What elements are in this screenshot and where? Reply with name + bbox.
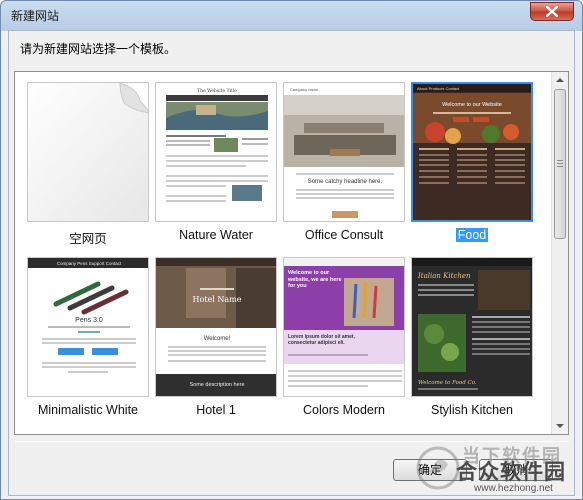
arrow-up-icon [556,78,564,82]
ok-button[interactable]: 确定 [393,459,467,481]
close-icon [546,6,558,17]
template-thumbnail: The Website Title [155,82,277,222]
food-preview: About Products Contact Welcome to our We… [413,84,531,220]
template-thumbnail: Company Pens Support Contact Pens 3.0 [27,257,149,397]
instruction-text: 请为新建网站选择一个模板。 [20,42,177,56]
template-thumbnail: Italian Kitchen Welcome to Food Co. [411,257,533,397]
template-thumbnail: Welcome to our website, we are here for … [283,257,405,397]
hotel-preview: Hotel Name Welcome! Some description her… [156,258,276,396]
template-label: Office Consult [304,228,384,242]
svg-text:Welcome!: Welcome! [204,336,231,342]
svg-text:About Products Contact: About Products Contact [417,86,460,91]
template-label: Minimalistic White [37,403,138,417]
template-thumbnail: About Products Contact Welcome to our We… [411,82,533,222]
svg-text:The Website Title: The Website Title [197,88,237,94]
template-label: Nature Water [179,228,253,242]
template-thumbnail: Company name Some catchy headline here. [283,82,405,222]
colors-modern-preview: Welcome to our website, we are here for … [284,258,404,396]
office-consult-preview: Company name Some catchy headline here. [284,83,404,221]
nature-water-preview: The Website Title [156,83,276,221]
template-label: Colors Modern [303,403,385,417]
grip-icon [557,160,563,168]
vertical-scrollbar[interactable] [551,72,568,434]
arrow-down-icon [556,424,564,428]
minimalistic-white-preview: Company Pens Support Contact Pens 3.0 [28,258,148,396]
title-bar[interactable]: 新建网站 [1,1,582,29]
svg-text:Welcome to Food Co.: Welcome to Food Co. [418,380,477,386]
dialog-window: 新建网站 请为新建网站选择一个模板。 空网页 The Website Title… [0,0,583,500]
svg-text:Company name: Company name [290,87,319,92]
scroll-down-button[interactable] [552,418,568,434]
svg-text:Some description here: Some description here [189,382,244,388]
cancel-button[interactable]: 取消 [479,459,553,481]
template-label: Hotel 1 [196,403,236,417]
svg-text:Welcome to our Website: Welcome to our Website [442,102,502,108]
svg-text:Italian Kitchen: Italian Kitchen [417,272,471,280]
stylish-kitchen-preview: Italian Kitchen Welcome to Food Co. [412,258,532,396]
blank-page-icon [28,83,148,221]
scroll-up-button[interactable] [552,72,568,88]
template-label: Stylish Kitchen [431,403,513,417]
template-label: Food [455,228,489,242]
svg-text:Pens 3.0: Pens 3.0 [75,317,103,324]
svg-text:Hotel Name: Hotel Name [193,295,242,304]
divider [14,441,569,442]
template-thumbnail: Hotel Name Welcome! Some description her… [155,257,277,397]
dialog-content: 请为新建网站选择一个模板。 空网页 The Website Title Natu… [8,30,575,496]
close-button[interactable] [530,2,574,21]
svg-text:Company Pens Support Contac: Company Pens Support Contact [57,261,122,266]
window-title: 新建网站 [11,9,60,23]
template-label: 空网页 [69,232,107,246]
scrollbar-thumb[interactable] [554,89,566,239]
template-thumbnail [27,82,149,222]
template-gallery[interactable]: 空网页 The Website Title Nature Water Compa… [14,71,569,435]
svg-text:Some catchy headline here.: Some catchy headline here. [308,179,383,185]
